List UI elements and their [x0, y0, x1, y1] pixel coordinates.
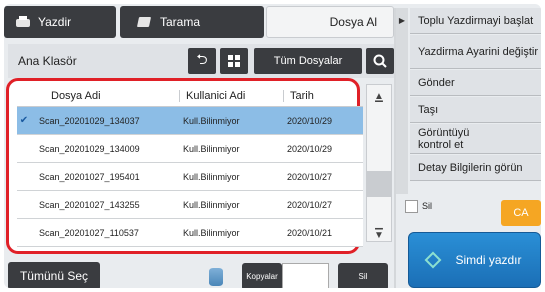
file-list: Dosya Adi Kullanici Adi Tarih ✔ Scan_202…: [17, 85, 363, 249]
file-date: 2020/10/27: [287, 199, 333, 210]
tab-print-label: Yazdir: [38, 15, 72, 29]
panel-frame: Yazdir Tarama Dosya Al Ana Klasör ⮌ Tüm …: [0, 0, 545, 292]
scroll-thumb[interactable]: [367, 171, 391, 197]
table-row[interactable]: ✔ Scan_20201029_134037 Kull.Bilinmiyor 2…: [17, 107, 363, 135]
file-name: Scan_20201029_134037: [39, 115, 140, 126]
file-user: Kull.Bilinmiyor: [183, 143, 240, 154]
file-date: 2020/10/29: [287, 115, 333, 126]
file-date: 2020/10/27: [287, 171, 333, 182]
delete-button[interactable]: Sil: [338, 263, 388, 288]
table-row[interactable]: Scan_20201027_110537 Kull.Bilinmiyor 202…: [17, 219, 363, 247]
list-scrollbar[interactable]: ▲ ▔ ▁ ▼: [366, 84, 392, 242]
copies-label-box: Kopyalar: [242, 263, 282, 288]
folder-title: Ana Klasör: [18, 54, 77, 68]
file-user: Kull.Bilinmiyor: [183, 115, 240, 126]
select-all-button[interactable]: Tümünü Seç: [8, 262, 100, 288]
folder-header: Ana Klasör ⮌ Tüm Dosyalar: [8, 44, 396, 78]
tab-print[interactable]: Yazdir: [4, 6, 116, 38]
thumbnail-view-button[interactable]: [220, 48, 248, 74]
table-row[interactable]: Scan_20201027_143255 Kull.Bilinmiyor 202…: [17, 191, 363, 219]
select-all-label: Tümünü Seç: [19, 269, 89, 283]
storage-icon: [209, 268, 223, 286]
copies-input[interactable]: [282, 263, 329, 288]
delete-after-print-checkbox[interactable]: [405, 200, 418, 213]
file-name: Scan_20201029_134009: [39, 143, 140, 154]
menu-check-image[interactable]: Görüntüyü kontrol et: [410, 124, 541, 154]
file-user: Kull.Bilinmiyor: [183, 199, 240, 210]
file-date: 2020/10/21: [287, 227, 333, 238]
scroll-up-icon[interactable]: ▲ ▔: [367, 91, 391, 113]
tab-scan-label: Tarama: [160, 15, 201, 29]
search-button[interactable]: [366, 48, 394, 74]
menu-batch-print[interactable]: Toplu Yazdirmayi başlat: [410, 8, 541, 34]
file-date: 2020/10/29: [287, 143, 333, 154]
menu-send[interactable]: Gönder: [410, 70, 541, 96]
column-date[interactable]: Tarih: [283, 89, 353, 102]
file-user: Kull.Bilinmiyor: [183, 171, 240, 182]
table-row[interactable]: Scan_20201029_134009 Kull.Bilinmiyor 202…: [17, 135, 363, 163]
column-user-name[interactable]: Kullanici Adi: [179, 89, 283, 102]
side-menu-toggle[interactable]: ▶: [396, 8, 408, 194]
start-diamond-icon: [424, 251, 442, 269]
print-now-label: Simdi yazdır: [455, 253, 522, 267]
file-name: Scan_20201027_195401: [39, 171, 140, 182]
table-row[interactable]: Scan_20201027_195401 Kull.Bilinmiyor 202…: [17, 163, 363, 191]
file-list-highlight: Dosya Adi Kullanici Adi Tarih ✔ Scan_202…: [6, 78, 363, 254]
all-files-label: Tüm Dosyalar: [273, 55, 343, 67]
all-files-button[interactable]: Tüm Dosyalar: [254, 48, 362, 74]
tab-file-retrieve[interactable]: Dosya Al: [266, 6, 394, 38]
touch-screen: Yazdir Tarama Dosya Al Ana Klasör ⮌ Tüm …: [4, 4, 541, 288]
delete-after-print-label: Sil: [422, 201, 433, 211]
back-button[interactable]: ⮌: [188, 48, 216, 74]
printer-icon: [16, 16, 30, 28]
menu-detail-info[interactable]: Detay Bilgilerin görün: [410, 155, 541, 181]
menu-change-print-settings[interactable]: Yazdirma Ayarini değiştir: [410, 35, 541, 69]
check-icon: ✔: [19, 115, 29, 126]
file-name: Scan_20201027_143255: [39, 199, 140, 210]
scroll-down-icon[interactable]: ▁ ▼: [367, 219, 391, 241]
search-icon: [373, 54, 387, 68]
collapse-arrow-icon: ▶: [398, 16, 406, 25]
clear-all-button[interactable]: CA: [501, 200, 541, 226]
scan-icon: [138, 16, 152, 28]
tab-file-retrieve-label: Dosya Al: [329, 15, 377, 29]
delete-label: Sil: [358, 272, 368, 281]
column-file-name[interactable]: Dosya Adi: [31, 90, 179, 102]
file-name: Scan_20201027_110537: [39, 227, 139, 238]
copies-label: Kopyalar: [246, 272, 278, 281]
file-user: Kull.Bilinmiyor: [183, 227, 240, 238]
tab-scan[interactable]: Tarama: [120, 6, 264, 38]
print-now-button[interactable]: Simdi yazdır: [408, 232, 541, 288]
grid-icon: [228, 55, 240, 67]
file-list-header: Dosya Adi Kullanici Adi Tarih: [17, 85, 363, 107]
menu-move[interactable]: Taşı: [410, 97, 541, 123]
return-arrow-icon: ⮌: [196, 51, 208, 67]
